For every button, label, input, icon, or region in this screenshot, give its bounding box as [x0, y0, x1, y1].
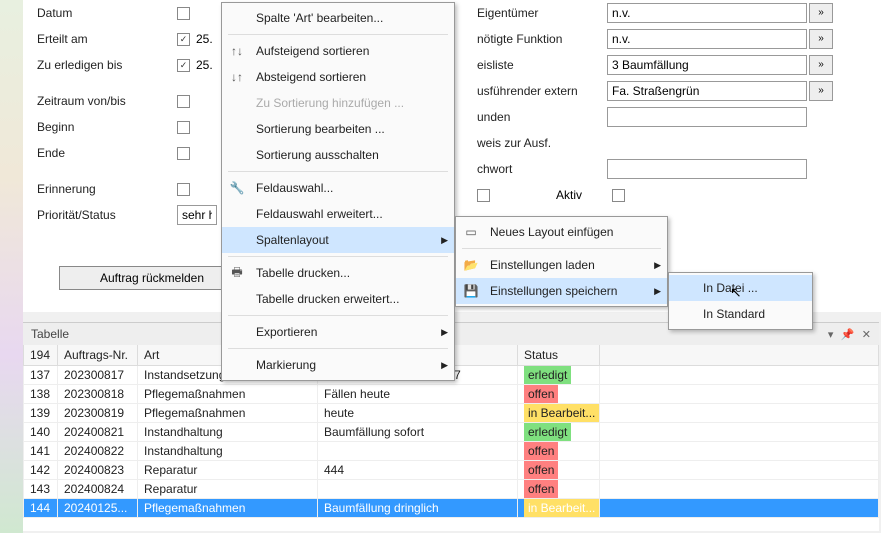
table-row[interactable]: 138202300818PflegemaßnahmenFällen heuteo… [24, 385, 879, 404]
chk-aktiv1[interactable] [477, 189, 490, 202]
lbl-datum: Datum [37, 6, 177, 20]
menu-item[interactable]: Markierung▶ [222, 352, 454, 378]
chk-datum[interactable] [177, 7, 190, 20]
table-row[interactable]: 14420240125...PflegemaßnahmenBaumfällung… [24, 499, 879, 518]
chk-aktiv2[interactable] [612, 189, 625, 202]
menu-item[interactable]: Spalte 'Art' bearbeiten... [222, 5, 454, 31]
table-row[interactable]: 143202400824Reparaturoffen [24, 480, 879, 499]
chk-erinnerung[interactable] [177, 183, 190, 196]
context-menu-column[interactable]: Spalte 'Art' bearbeiten... ↑↓Aufsteigend … [221, 2, 455, 381]
menu-item[interactable]: ↑↓Aufsteigend sortieren [222, 38, 454, 64]
menu-item[interactable]: Spaltenlayout▶ [222, 227, 454, 253]
menu-item[interactable]: 📂Einstellungen laden▶ [456, 252, 667, 278]
lbl-prioritaet: Priorität/Status [37, 208, 177, 222]
btn-eigentuemer[interactable]: » [809, 3, 833, 23]
col-status[interactable]: Status [518, 345, 600, 366]
panel-tools: ▾ 📌 ✕ [824, 327, 871, 341]
chk-erteilt[interactable]: ✓ [177, 33, 190, 46]
table-title: Tabelle [31, 327, 69, 341]
table-row[interactable]: 140202400821InstandhaltungBaumfällung so… [24, 423, 879, 442]
lbl-stunden: unden [477, 110, 607, 124]
menu-item[interactable]: Tabelle drucken erweitert... [222, 286, 454, 312]
btn-funktion[interactable]: » [809, 29, 833, 49]
lbl-aktiv: Aktiv [556, 188, 582, 202]
chk-ende[interactable] [177, 147, 190, 160]
lbl-erinnerung: Erinnerung [37, 182, 177, 196]
lbl-preisliste: eisliste [477, 58, 607, 72]
chk-beginn[interactable] [177, 121, 190, 134]
inp-stunden[interactable] [607, 107, 807, 127]
dropdown-icon[interactable]: ▾ [828, 329, 834, 341]
table-row[interactable]: 142202400823Reparatur444offen [24, 461, 879, 480]
menu-item[interactable]: 🔧Feldauswahl... [222, 175, 454, 201]
menu-item[interactable]: Sortierung bearbeiten ... [222, 116, 454, 142]
menu-item[interactable]: Exportieren▶ [222, 319, 454, 345]
sel-prioritaet[interactable] [177, 205, 217, 225]
table-row[interactable]: 139202300819Pflegemaßnahmenheutein Bearb… [24, 404, 879, 423]
menu-item[interactable]: In Datei ... [669, 275, 812, 301]
submenu-spaltenlayout[interactable]: ▭Neues Layout einfügen 📂Einstellungen lad… [455, 216, 668, 307]
chk-zeitraum[interactable] [177, 95, 190, 108]
col-idx[interactable]: 194 [24, 345, 58, 366]
val-erledigen: 25. [196, 58, 213, 72]
lbl-extern: usführender extern [477, 84, 607, 98]
menu-item[interactable]: ▭Neues Layout einfügen [456, 219, 667, 245]
inp-extern[interactable] [607, 81, 807, 101]
submenu-speichern[interactable]: In Datei ...In Standard [668, 272, 813, 330]
map-strip [0, 0, 23, 533]
feedback-button[interactable]: Auftrag rückmelden [59, 266, 245, 290]
chk-erledigen[interactable]: ✓ [177, 59, 190, 72]
lbl-stichwort: chwort [477, 162, 607, 176]
menu-item[interactable]: Sortierung ausschalten [222, 142, 454, 168]
lbl-funktion: nötigte Funktion [477, 32, 607, 46]
menu-item[interactable]: In Standard [669, 301, 812, 327]
menu-item[interactable]: ↓↑Absteigend sortieren [222, 64, 454, 90]
inp-eigentuemer[interactable] [607, 3, 807, 23]
lbl-erteilt: Erteilt am [37, 32, 177, 46]
inp-funktion[interactable] [607, 29, 807, 49]
col-auftrag[interactable]: Auftrags-Nr. [58, 345, 138, 366]
lbl-ende: Ende [37, 146, 177, 160]
menu-item: Zu Sortierung hinzufügen ... [222, 90, 454, 116]
menu-item[interactable]: 🖶Tabelle drucken... [222, 260, 454, 286]
close-icon[interactable]: ✕ [862, 329, 871, 341]
table-row[interactable]: 141202400822Instandhaltungoffen [24, 442, 879, 461]
btn-preisliste[interactable]: » [809, 55, 833, 75]
lbl-beginn: Beginn [37, 120, 177, 134]
val-erteilt: 25. [196, 32, 213, 46]
btn-extern[interactable]: » [809, 81, 833, 101]
inp-stichwort[interactable] [607, 159, 807, 179]
lbl-eigentuemer: Eigentümer [477, 6, 607, 20]
menu-item[interactable]: 💾Einstellungen speichern▶ [456, 278, 667, 304]
pin-icon[interactable]: 📌 [841, 329, 855, 341]
lbl-ausf: weis zur Ausf. [477, 136, 607, 150]
inp-preisliste[interactable] [607, 55, 807, 75]
lbl-zeitraum: Zeitraum von/bis [37, 94, 177, 108]
lbl-erledigen: Zu erledigen bis [37, 58, 177, 72]
menu-item[interactable]: Feldauswahl erweitert... [222, 201, 454, 227]
